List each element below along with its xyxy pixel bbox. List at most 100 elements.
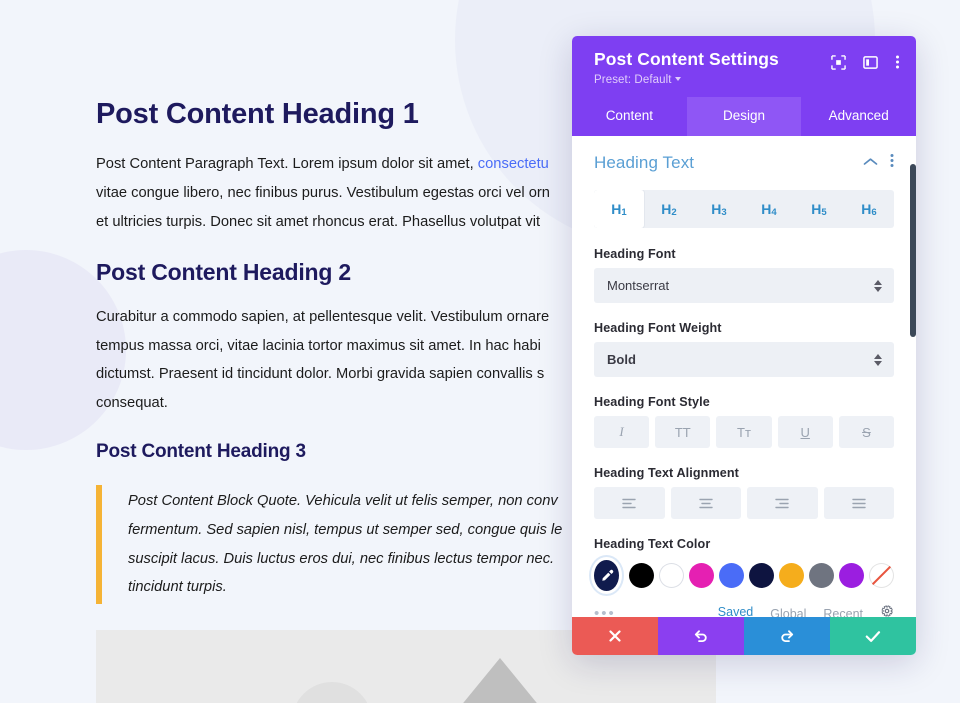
color-tab-recent[interactable]: Recent: [823, 607, 863, 618]
panel-scrollbar-thumb[interactable]: [910, 164, 916, 337]
color-source-tabs: Saved Global Recent: [718, 604, 894, 617]
more-colors-button[interactable]: •••: [594, 605, 616, 617]
swatch-magenta[interactable]: [689, 563, 714, 588]
save-button[interactable]: [830, 617, 916, 655]
heading-text-color-swatches: [594, 560, 894, 591]
stepper-arrows-icon: [874, 353, 882, 366]
more-vertical-icon[interactable]: [895, 54, 900, 70]
heading-level-selector: H1 H2 H3 H4 H5 H6: [594, 190, 894, 228]
section-header-heading-text: Heading Text: [594, 153, 894, 173]
heading-font-style-toggles: I TT Tᴛ U S: [594, 416, 895, 448]
tab-design[interactable]: Design: [686, 97, 802, 136]
preset-label: Preset: Default: [594, 74, 672, 86]
heading-font-value: Montserrat: [607, 278, 670, 293]
hl-number: 3: [721, 207, 727, 218]
redo-button[interactable]: [744, 617, 830, 655]
undo-icon: [694, 630, 707, 642]
more-vertical-icon[interactable]: [890, 153, 894, 173]
modal-action-bar: [572, 617, 916, 655]
heading-font-weight-select[interactable]: Bold: [594, 342, 894, 377]
swatch-transparent[interactable]: [869, 563, 894, 588]
post-content-settings-modal: Post Content Settings Preset: Default Co…: [572, 36, 916, 655]
heading-text-alignment-toggles: [594, 487, 894, 519]
heading-font-weight-label: Heading Font Weight: [594, 321, 722, 335]
chevron-down-icon: [674, 77, 681, 81]
italic-toggle[interactable]: I: [594, 416, 650, 448]
align-right-button[interactable]: [747, 487, 818, 519]
check-icon: [865, 630, 881, 642]
align-center-icon: [699, 498, 713, 508]
heading-level-h4[interactable]: H4: [744, 190, 794, 228]
paragraph-text: Post Content Paragraph Text. Lorem ipsum…: [96, 156, 478, 173]
chevron-up-icon[interactable]: [863, 154, 878, 172]
swatch-blue[interactable]: [719, 563, 744, 588]
strikethrough-icon: S: [862, 424, 871, 440]
heading-level-h5[interactable]: H5: [794, 190, 844, 228]
swatch-amber[interactable]: [779, 563, 804, 588]
section-header-icons: [863, 153, 894, 173]
swatch-purple[interactable]: [839, 563, 864, 588]
hl-number: 6: [871, 207, 877, 218]
uppercase-icon: TT: [674, 424, 691, 440]
capitalize-icon: Tᴛ: [737, 424, 751, 440]
tab-content[interactable]: Content: [572, 97, 687, 136]
underline-toggle[interactable]: U: [777, 416, 833, 448]
heading-text-color-label: Heading Text Color: [594, 537, 711, 551]
hl-number: 1: [621, 207, 627, 218]
eyedropper-icon[interactable]: [594, 560, 619, 591]
redo-icon: [781, 630, 794, 642]
swatch-gray[interactable]: [809, 563, 834, 588]
close-icon: [609, 630, 621, 642]
underline-icon: U: [800, 424, 810, 440]
hl-letter: H: [861, 201, 872, 217]
hl-number: 4: [771, 207, 777, 218]
hl-letter: H: [761, 201, 772, 217]
modal-tab-bar: Content Design Advanced: [572, 97, 916, 136]
modal-header-icons: [831, 54, 900, 70]
swatch-navy[interactable]: [749, 563, 774, 588]
stepper-arrows-icon: [874, 279, 882, 292]
post-inline-link[interactable]: consectetu: [478, 156, 549, 172]
heading-text-alignment-label: Heading Text Alignment: [594, 466, 739, 480]
strikethrough-toggle[interactable]: S: [838, 416, 895, 448]
align-left-icon: [622, 498, 636, 508]
modal-header: Post Content Settings Preset: Default: [572, 36, 916, 97]
align-justify-icon: [852, 498, 866, 508]
tab-advanced[interactable]: Advanced: [801, 97, 916, 136]
italic-icon: I: [619, 424, 624, 439]
placeholder-sun-icon: [292, 681, 372, 703]
heading-level-h3[interactable]: H3: [694, 190, 744, 228]
layout-icon[interactable]: [863, 55, 878, 70]
align-center-button[interactable]: [670, 487, 741, 519]
color-tab-global[interactable]: Global: [770, 607, 806, 618]
preset-selector[interactable]: Preset: Default: [594, 74, 896, 86]
heading-level-h6[interactable]: H6: [844, 190, 894, 228]
align-left-button[interactable]: [594, 487, 665, 519]
heading-font-style-label: Heading Font Style: [594, 395, 710, 409]
hl-number: 2: [671, 207, 677, 218]
focus-icon[interactable]: [831, 54, 846, 70]
heading-level-h2[interactable]: H2: [644, 190, 694, 228]
hl-letter: H: [711, 201, 722, 217]
heading-font-weight-value: Bold: [607, 352, 636, 367]
panel-scrollbar[interactable]: [910, 136, 916, 617]
hl-letter: H: [811, 201, 822, 217]
gear-icon[interactable]: [880, 604, 894, 617]
modal-body: Heading Text H1 H2 H3 H4 H5 H6 Heading F…: [572, 136, 916, 617]
color-footer: ••• Saved Global Recent: [594, 604, 894, 617]
undo-button[interactable]: [658, 617, 744, 655]
heading-level-h1[interactable]: H1: [594, 190, 644, 228]
align-right-icon: [775, 498, 789, 508]
hl-number: 5: [821, 207, 827, 218]
capitalize-toggle[interactable]: Tᴛ: [716, 416, 772, 448]
heading-font-select[interactable]: Montserrat: [594, 268, 894, 303]
align-justify-button[interactable]: [823, 487, 894, 519]
uppercase-toggle[interactable]: TT: [655, 416, 711, 448]
swatch-white[interactable]: [659, 563, 684, 588]
placeholder-mountain-icon: [392, 657, 608, 703]
cancel-button[interactable]: [572, 617, 658, 655]
heading-font-label: Heading Font: [594, 247, 676, 261]
hl-letter: H: [661, 201, 672, 217]
color-tab-saved[interactable]: Saved: [718, 605, 753, 617]
swatch-black[interactable]: [629, 563, 654, 588]
